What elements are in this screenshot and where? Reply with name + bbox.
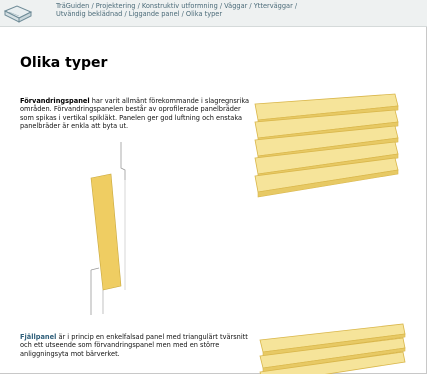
header-bar: TräGuiden / Projektering / Konstruktiv u… xyxy=(0,0,427,27)
breadcrumb-line-1[interactable]: TräGuiden / Projektering / Konstruktiv u… xyxy=(56,2,386,10)
section-forvandringspanel-text: Förvandringspanel har varit allmänt före… xyxy=(20,97,250,130)
traguiden-book-icon[interactable] xyxy=(3,3,33,25)
fjallpanel-illustration xyxy=(259,323,406,374)
breadcrumb-line-2[interactable]: Utvändig beklädnad / Liggande panel / Ol… xyxy=(56,10,386,18)
forvandringspanel-cross-section xyxy=(90,142,126,315)
term-fjallpanel-link[interactable]: Fjällpanel xyxy=(20,333,56,341)
breadcrumb: TräGuiden / Projektering / Konstruktiv u… xyxy=(56,2,386,19)
section-fjallpanel-text: Fjällpanel är i princip en enkelfalsad p… xyxy=(20,333,250,358)
forvandringspanel-illustration xyxy=(254,93,399,198)
page-title: Olika typer xyxy=(20,55,108,71)
term-forvandringspanel: Förvandringspanel xyxy=(20,97,90,105)
